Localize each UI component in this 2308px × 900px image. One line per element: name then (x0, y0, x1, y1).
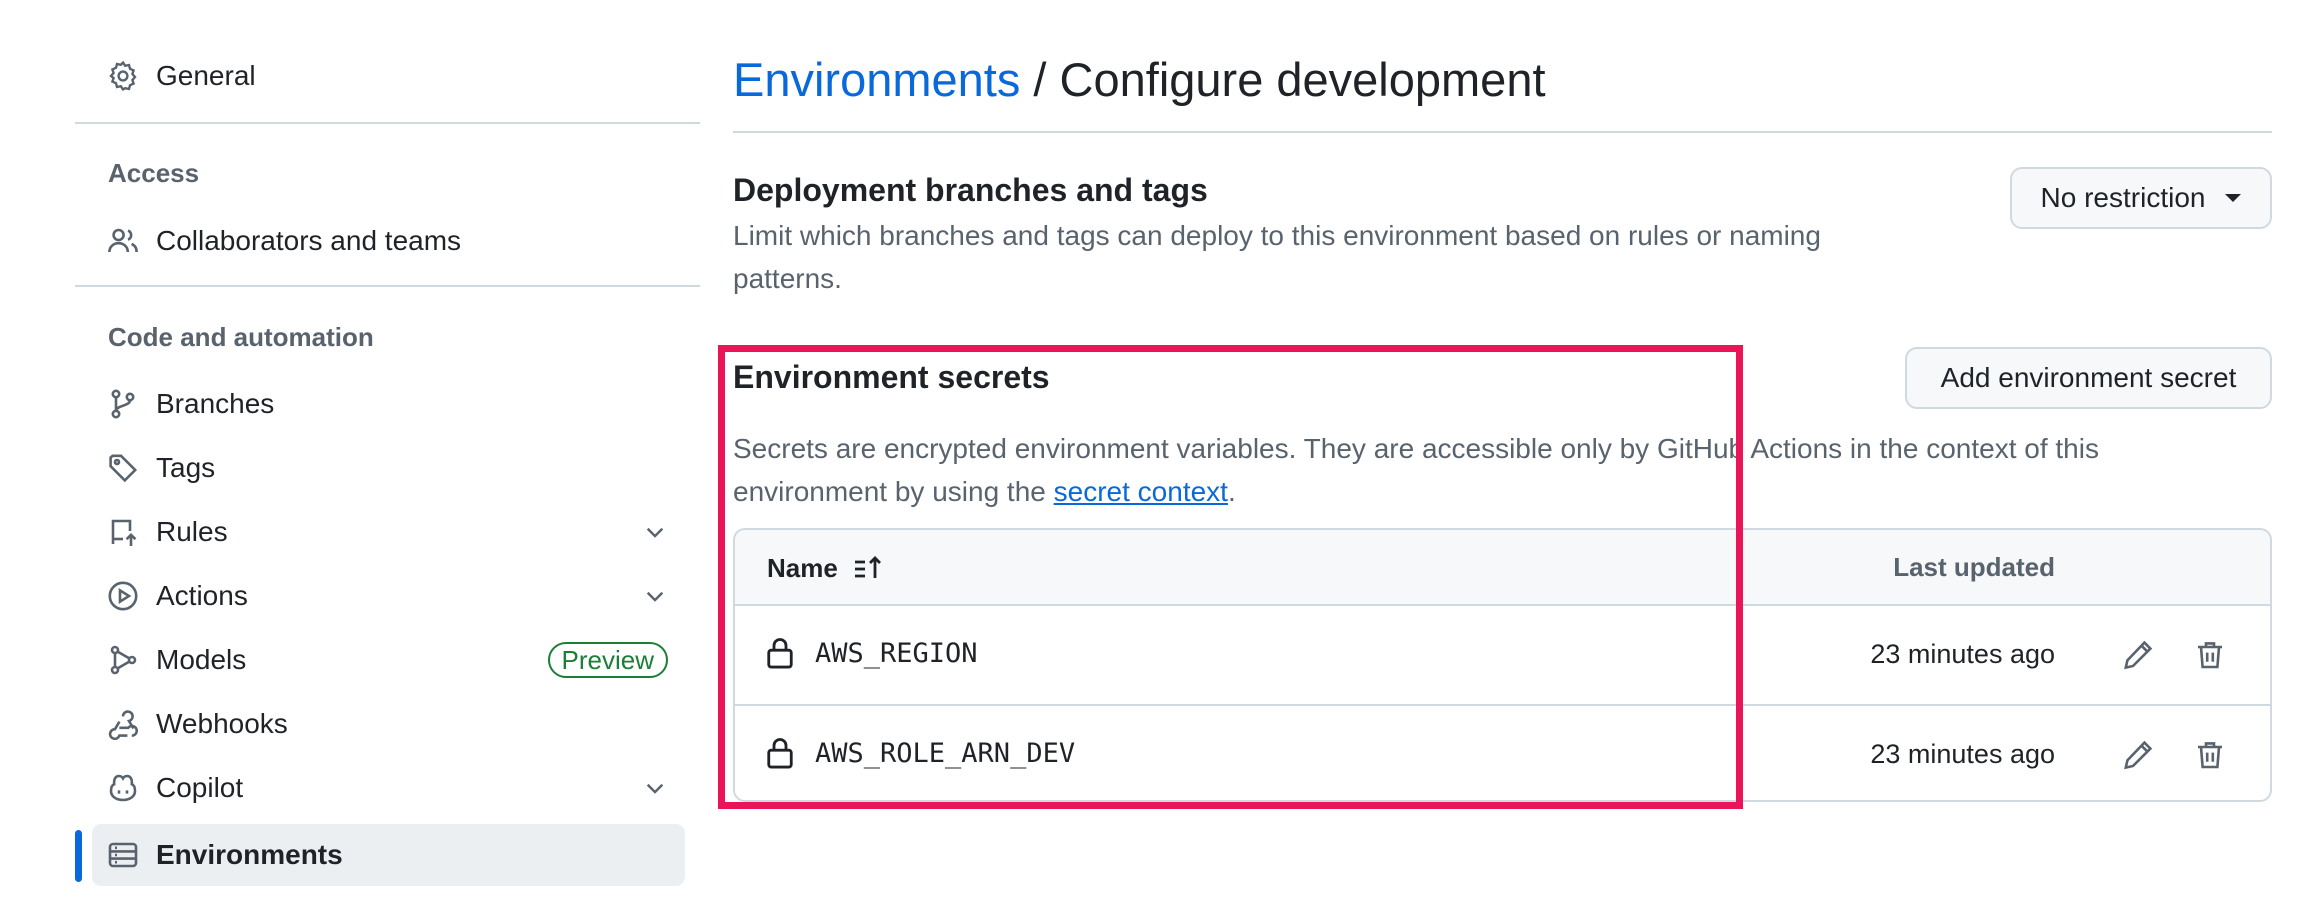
server-icon (106, 838, 140, 872)
git-branch-icon (106, 387, 140, 421)
sidebar-item-models[interactable]: Models Preview (106, 629, 684, 691)
breadcrumb-environments-link[interactable]: Environments (733, 53, 1020, 106)
deployment-branches-description: Limit which branches and tags can deploy… (733, 214, 1893, 300)
active-indicator (75, 830, 82, 882)
sidebar-item-label: Environments (156, 839, 343, 870)
name-column-header[interactable]: Name (767, 552, 884, 584)
secrets-description-line: Secrets are encrypted environment variab… (733, 433, 2099, 464)
secret-name: AWS_ROLE_ARN_DEV (815, 738, 1076, 769)
gear-icon (106, 59, 140, 93)
secrets-description-line2: environment by using the secret context. (733, 470, 2272, 513)
sidebar-item-branches[interactable]: Branches (106, 373, 684, 435)
environment-secrets-description: Secrets are encrypted environment variab… (733, 427, 2272, 513)
sidebar-item-general[interactable]: General (106, 45, 684, 107)
secrets-table: Name Last updated AWS_REGION 23 minutes … (733, 528, 2272, 802)
sidebar-item-tags[interactable]: Tags (106, 437, 684, 499)
lock-icon (765, 636, 795, 670)
copilot-icon (106, 771, 140, 805)
sidebar-item-rules[interactable]: Rules (106, 501, 684, 563)
page-title: Environments / Configure development (733, 52, 1546, 107)
dropdown-label: No restriction (2040, 182, 2206, 213)
sidebar-item-label: Models (156, 644, 247, 675)
caret-down-icon (2225, 194, 2242, 202)
section-heading-code-automation: Code and automation (108, 322, 374, 352)
deployment-description-line: patterns. (733, 263, 842, 294)
pencil-icon[interactable] (2118, 735, 2158, 775)
sidebar-item-label: Copilot (156, 772, 244, 803)
deployment-restriction-dropdown[interactable]: No restriction (2010, 167, 2272, 229)
play-icon (106, 579, 140, 613)
sidebar-item-label: Collaborators and teams (156, 225, 462, 256)
sidebar-item-label: Webhooks (156, 708, 288, 739)
sidebar-divider (75, 285, 700, 287)
section-heading-access: Access (108, 158, 200, 188)
secret-context-link[interactable]: secret context (1054, 476, 1228, 507)
table-row: AWS_ROLE_ARN_DEV 23 minutes ago (735, 704, 2270, 800)
column-header-label: Name (767, 552, 838, 583)
people-icon (106, 224, 140, 258)
sidebar-item-actions[interactable]: Actions (106, 565, 684, 627)
sidebar-item-label: Tags (156, 452, 216, 483)
sidebar-item-environments[interactable]: Environments (92, 824, 685, 886)
title-divider (733, 131, 2272, 133)
chevron-down-icon[interactable] (640, 581, 670, 611)
models-icon (106, 643, 140, 677)
chevron-down-icon[interactable] (640, 773, 670, 803)
sidebar-item-webhooks[interactable]: Webhooks (106, 693, 684, 755)
last-updated-column-header: Last updated (1893, 552, 2055, 582)
breadcrumb-separator: / (1020, 53, 1060, 106)
table-header: Name Last updated (735, 530, 2270, 606)
sidebar-item-copilot[interactable]: Copilot (106, 757, 684, 819)
webhook-icon (106, 707, 140, 741)
lock-icon (765, 736, 795, 770)
preview-badge: Preview (547, 642, 668, 678)
table-row: AWS_REGION 23 minutes ago (735, 606, 2270, 704)
trash-icon[interactable] (2190, 735, 2230, 775)
sidebar-item-label: Actions (156, 580, 248, 611)
sidebar-item-label: Rules (156, 516, 228, 547)
secrets-description-prefix: environment by using the (733, 476, 1054, 507)
secrets-description-suffix: . (1227, 476, 1236, 507)
page-title-text: Configure development (1059, 53, 1546, 106)
tag-icon (106, 451, 140, 485)
secret-last-updated: 23 minutes ago (1870, 739, 2055, 769)
secret-name: AWS_REGION (815, 638, 978, 669)
add-environment-secret-button[interactable]: Add environment secret (1905, 347, 2272, 409)
deployment-branches-heading: Deployment branches and tags (733, 172, 1208, 208)
trash-icon[interactable] (2190, 635, 2230, 675)
sidebar-item-label: General (156, 60, 256, 91)
sidebar-item-label: Branches (156, 388, 275, 419)
chevron-down-icon[interactable] (640, 517, 670, 547)
deployment-description-line: Limit which branches and tags can deploy… (733, 220, 1821, 251)
sort-ascending-icon (852, 552, 884, 584)
repo-push-icon (106, 515, 140, 549)
secret-last-updated: 23 minutes ago (1870, 639, 2055, 669)
environment-secrets-heading: Environment secrets (733, 359, 1050, 395)
pencil-icon[interactable] (2118, 635, 2158, 675)
sidebar-divider (75, 122, 700, 124)
sidebar-item-collaborators[interactable]: Collaborators and teams (106, 210, 684, 272)
